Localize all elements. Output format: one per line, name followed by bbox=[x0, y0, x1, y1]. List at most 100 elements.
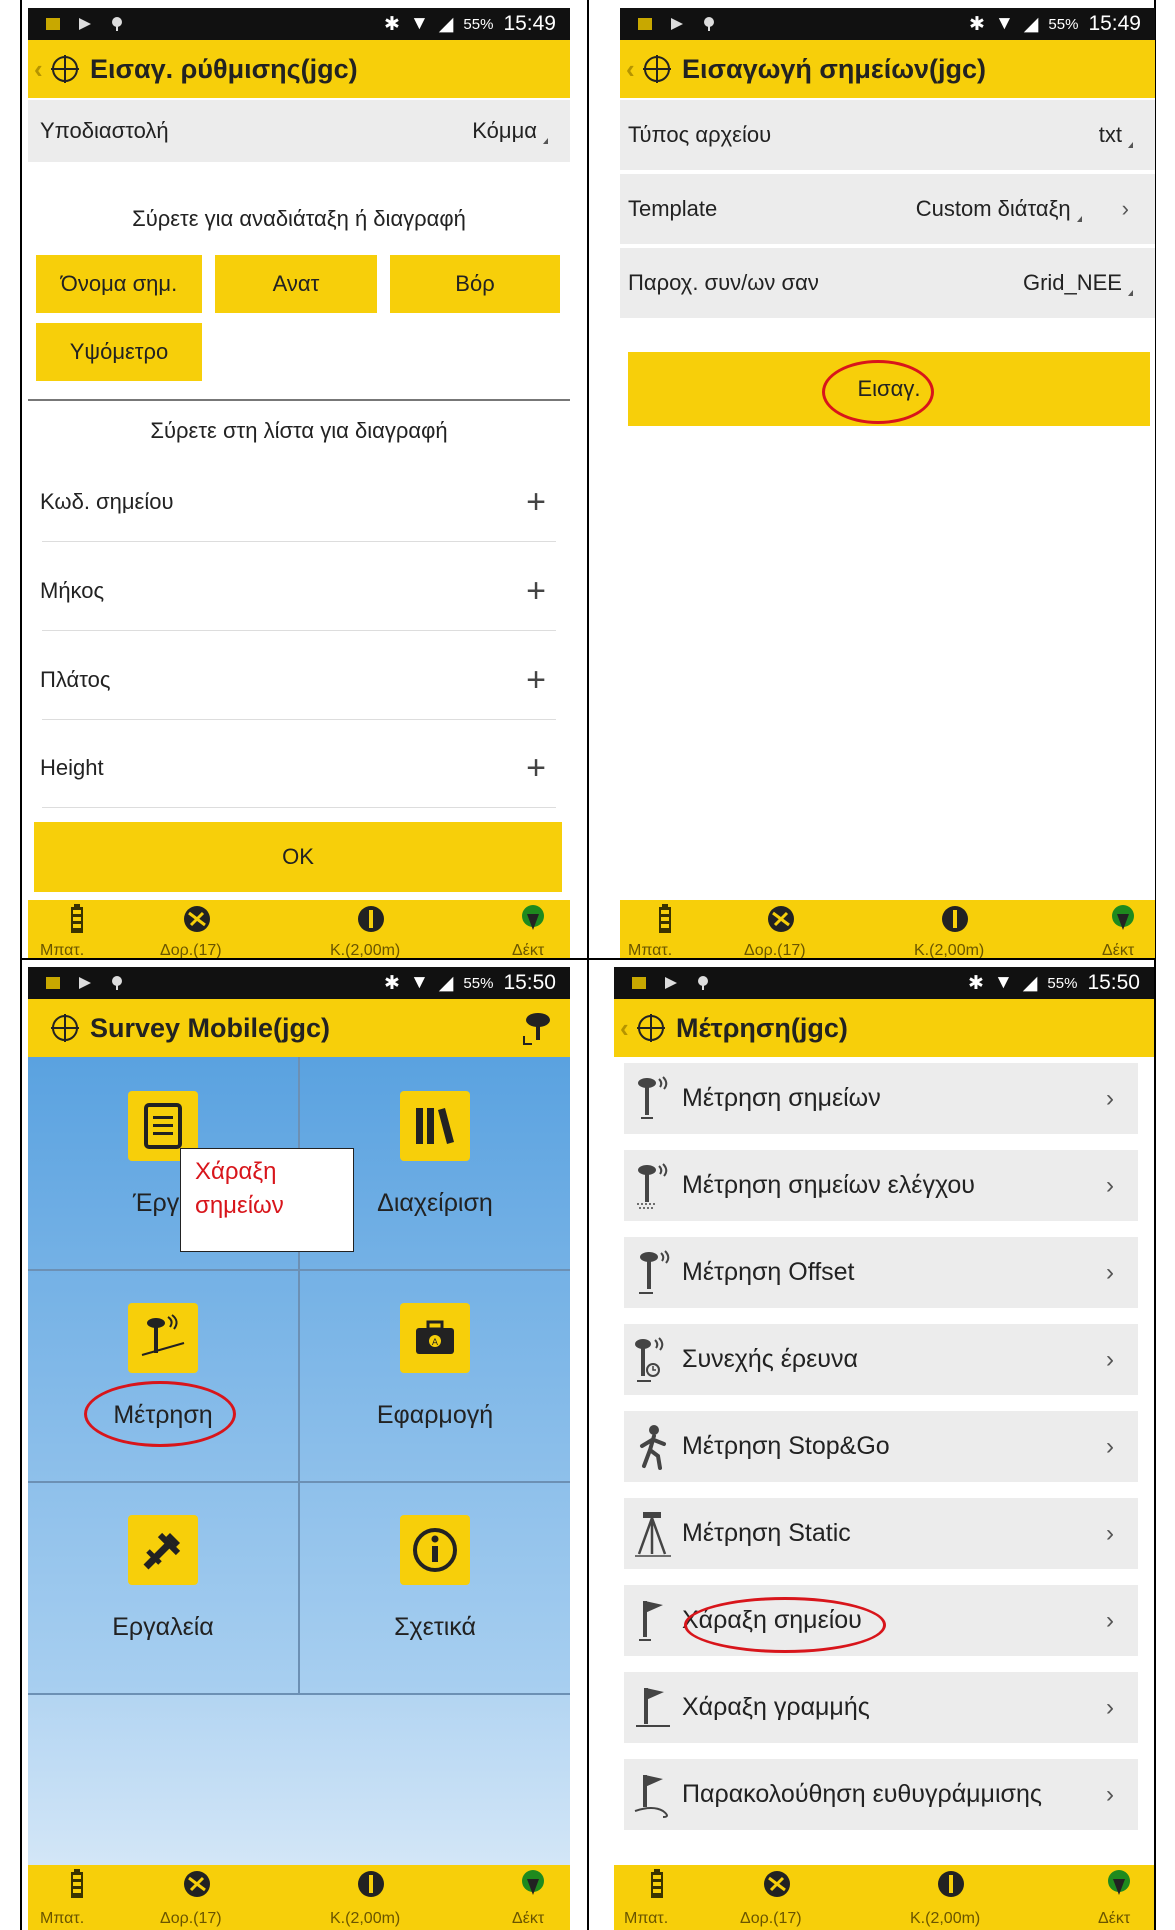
chevron-right-icon[interactable]: › bbox=[1122, 196, 1129, 222]
menu-item-stakeout-point[interactable]: Χάραξη σημείου › bbox=[624, 1585, 1138, 1656]
back-icon[interactable]: ‹ bbox=[626, 54, 640, 85]
menu-item-label: Μέτρηση Stop&Go bbox=[682, 1432, 890, 1460]
coordinates-value: Grid_NEE bbox=[1022, 270, 1122, 295]
panel-home: ✱ ▼ ◢ 55% 15:50 Survey Mobile(jgc) Έργο bbox=[28, 967, 570, 1930]
clock: 15:49 bbox=[1088, 12, 1141, 35]
crosshair-icon bbox=[643, 55, 671, 83]
import-button[interactable]: Εισαγ. bbox=[628, 352, 1150, 426]
app-bar: ‹ Μέτρηση(jgc) bbox=[614, 999, 1154, 1057]
tile-label: Σχετικά bbox=[394, 1613, 476, 1641]
template-label: Template bbox=[628, 196, 718, 221]
separator bbox=[42, 630, 556, 631]
offset-pole-icon bbox=[624, 1249, 682, 1297]
satellites-label: Δορ.(17) bbox=[160, 1910, 222, 1927]
chevron-right-icon: › bbox=[1106, 1345, 1114, 1373]
menu-item-measure-points[interactable]: Μέτρηση σημείων › bbox=[624, 1063, 1138, 1134]
play-icon bbox=[79, 977, 91, 989]
add-icon[interactable]: + bbox=[526, 663, 546, 697]
station-label: Κ.(2,00m) bbox=[330, 1910, 401, 1927]
menu-item-stakeout-line[interactable]: Χάραξη γραμμής › bbox=[624, 1672, 1138, 1743]
field-chip-elevation[interactable]: Υψόμετρο bbox=[36, 323, 202, 381]
tripod-icon bbox=[624, 1510, 682, 1558]
dropdown-caret-icon bbox=[543, 138, 548, 144]
chevron-right-icon: › bbox=[1106, 1258, 1114, 1286]
page-title: Survey Mobile(jgc) bbox=[90, 1012, 331, 1043]
grid-line bbox=[28, 1481, 570, 1483]
menu-item-label: Χάραξη σημείου bbox=[682, 1606, 862, 1634]
station-label: Κ.(2,00m) bbox=[914, 942, 985, 958]
app-bar: ‹ Εισαγωγή σημείων(jgc) bbox=[620, 40, 1155, 98]
tile-measure[interactable]: Μέτρηση bbox=[28, 1303, 298, 1481]
available-field-row[interactable]: Κωδ. σημείου + bbox=[28, 463, 570, 541]
menu-item-control-points[interactable]: Μέτρηση σημείων ελέγχου › bbox=[624, 1150, 1138, 1221]
menu-item-label: Μέτρηση σημείων bbox=[682, 1084, 881, 1112]
clock: 15:50 bbox=[1087, 971, 1140, 994]
field-chip-east[interactable]: Ανατ bbox=[215, 255, 377, 313]
base-station-icon bbox=[942, 906, 968, 932]
available-field-row[interactable]: Πλάτος + bbox=[28, 641, 570, 719]
menu-item-alignment[interactable]: Παρακολούθηση ευθυγράμμισης › bbox=[624, 1759, 1138, 1830]
annotation-callout: Χάραξη σημείων bbox=[180, 1148, 354, 1252]
menu-item-label: Μέτρηση Static bbox=[682, 1519, 851, 1547]
app-bar: ‹ Εισαγ. ρύθμισης(jgc) bbox=[28, 40, 570, 98]
crosshair-icon bbox=[51, 1014, 79, 1042]
tile-application[interactable]: A Εφαρμογή bbox=[300, 1303, 570, 1481]
template-row[interactable]: Template Custom διάταξη › bbox=[620, 174, 1155, 244]
file-type-row[interactable]: Τύπος αρχείου txt bbox=[620, 100, 1155, 170]
battery-label: Μπατ. bbox=[628, 942, 673, 958]
field-chip-name[interactable]: Όνομα σημ. bbox=[36, 255, 202, 313]
menu-item-stop-go[interactable]: Μέτρηση Stop&Go › bbox=[624, 1411, 1138, 1482]
receiver-connect-icon[interactable] bbox=[520, 1010, 552, 1046]
crosshair-icon bbox=[51, 55, 79, 83]
receiver-label: Δέκτ bbox=[512, 942, 545, 958]
play-icon bbox=[665, 977, 677, 989]
receiver-icon bbox=[522, 905, 544, 930]
add-icon[interactable]: + bbox=[526, 485, 546, 519]
receiver-label: Δέκτ bbox=[512, 1910, 545, 1927]
screenshot-grid: ✱ ▼ ◢ 55% 15:49 ‹ Εισαγ. ρύθμισης(jgc) Υ… bbox=[0, 0, 1175, 1930]
available-field-label: Height bbox=[40, 755, 104, 780]
coordinates-row[interactable]: Παροχ. συν/ων σαν Grid_NEE bbox=[620, 248, 1155, 318]
frame-line bbox=[20, 0, 22, 1930]
battery-icon bbox=[71, 1869, 83, 1898]
add-icon[interactable]: + bbox=[526, 574, 546, 608]
location-icon bbox=[112, 976, 122, 990]
crosshair-icon bbox=[637, 1014, 665, 1042]
survey-pole-icon bbox=[624, 1075, 682, 1123]
available-field-row[interactable]: Μήκος + bbox=[28, 552, 570, 630]
grid-line bbox=[28, 1269, 570, 1271]
walking-person-icon bbox=[624, 1424, 682, 1470]
menu-item-label: Μέτρηση Offset bbox=[682, 1258, 855, 1286]
home-empty-area bbox=[28, 1695, 570, 1865]
decimal-separator-row[interactable]: Υποδιαστολή Κόμμα bbox=[28, 100, 570, 162]
stakeout-line-icon bbox=[624, 1684, 682, 1732]
menu-item-offset[interactable]: Μέτρηση Offset › bbox=[624, 1237, 1138, 1308]
battery-label: Μπατ. bbox=[40, 942, 85, 958]
chevron-right-icon: › bbox=[1106, 1432, 1114, 1460]
add-icon[interactable]: + bbox=[526, 751, 546, 785]
status-bar: ✱ ▼ ◢ 55% 15:49 bbox=[28, 8, 570, 40]
field-chip-north[interactable]: Βόρ bbox=[390, 255, 560, 313]
survey-pole-icon bbox=[128, 1303, 198, 1373]
back-icon[interactable]: ‹ bbox=[34, 54, 48, 85]
station-label: Κ.(2,00m) bbox=[330, 942, 401, 958]
back-icon[interactable]: ‹ bbox=[620, 1013, 634, 1044]
available-field-row[interactable]: Height + bbox=[28, 729, 570, 807]
tile-about[interactable]: Σχετικά bbox=[300, 1515, 570, 1693]
decimal-label: Υποδιαστολή bbox=[40, 118, 169, 143]
panel-import-settings: ✱ ▼ ◢ 55% 15:49 ‹ Εισαγ. ρύθμισης(jgc) Υ… bbox=[28, 8, 570, 958]
status-bar: ✱ ▼ ◢ 55% 15:50 bbox=[28, 967, 570, 999]
ok-button[interactable]: OK bbox=[34, 822, 562, 892]
play-icon bbox=[79, 18, 91, 30]
drag-reorder-hint: Σύρετε για αναδιάταξη ή διαγραφή bbox=[132, 206, 466, 231]
separator bbox=[42, 719, 556, 720]
base-station-icon bbox=[938, 1871, 964, 1897]
signal-icon: ◢ bbox=[1022, 972, 1038, 994]
alignment-icon bbox=[624, 1771, 682, 1819]
menu-item-static[interactable]: Μέτρηση Static › bbox=[624, 1498, 1138, 1569]
menu-item-continuous[interactable]: Συνεχής έρευνα › bbox=[624, 1324, 1138, 1395]
battery-label: Μπατ. bbox=[40, 1910, 85, 1927]
tile-tools[interactable]: Εργαλεία bbox=[28, 1515, 298, 1693]
decimal-value: Κόμμα bbox=[472, 118, 537, 143]
battery-icon bbox=[659, 904, 671, 933]
